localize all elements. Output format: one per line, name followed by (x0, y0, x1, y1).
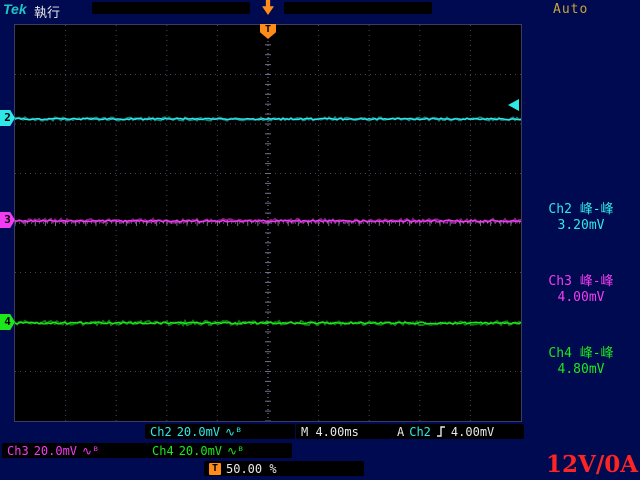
channel-2-position-marker: 2 (0, 110, 15, 126)
ch3-scale-readout: Ch3 20.0mV ∿ᴮ (2, 443, 147, 458)
trigger-position-icon (262, 0, 274, 15)
ch2-scale-readout: Ch2 20.0mV ∿ᴮ (145, 424, 295, 439)
ch4-scale-readout: Ch4 20.0mV ∿ᴮ (147, 443, 292, 458)
measurement-ch2-label: Ch2 峰-峰 (524, 202, 638, 218)
top-readout-blank-left (92, 2, 250, 14)
trigger-mode-prefix: A (397, 425, 404, 439)
measurement-ch4-label: Ch4 峰-峰 (524, 346, 638, 362)
rising-edge-icon (436, 425, 446, 438)
tek-logo: Tek (3, 1, 27, 17)
top-readout-blank-right (284, 2, 432, 14)
acquisition-status: 執行 (34, 2, 60, 21)
channel-3-position-marker: 3 (0, 212, 15, 228)
trigger-t-icon: T (209, 463, 221, 475)
measurement-ch3-label: Ch3 峰-峰 (524, 274, 638, 290)
ch3-scale-value: 20.0mV (34, 444, 77, 458)
ch4-label: Ch4 (152, 444, 174, 458)
ch3-label: Ch3 (7, 444, 29, 458)
trigger-readout: A Ch2 4.00mV (392, 424, 524, 439)
ch4-coupling-icon: ∿ᴮ (227, 444, 244, 458)
ch4-scale-value: 20.0mV (179, 444, 222, 458)
trigger-mode-label: Auto (553, 2, 588, 17)
trigger-level-value: 4.00mV (451, 425, 494, 439)
measurement-ch2: Ch2 峰-峰 3.20mV (524, 202, 638, 234)
measurement-ch4: Ch4 峰-峰 4.80mV (524, 346, 638, 378)
timebase-readout: M 4.00ms (296, 424, 392, 439)
measurement-ch4-value: 4.80mV (524, 362, 638, 378)
waveform-display (15, 25, 521, 421)
trigger-level-icon (508, 99, 519, 111)
measurement-ch3: Ch3 峰-峰 4.00mV (524, 274, 638, 306)
horizontal-position-readout: T 50.00 % (204, 461, 364, 476)
ch2-label: Ch2 (150, 425, 172, 439)
psu-overlay-reading: 12V/0A (546, 451, 638, 478)
horizontal-position-value: 50.00 % (226, 462, 277, 476)
ch2-scale-value: 20.0mV (177, 425, 220, 439)
measurement-ch3-value: 4.00mV (524, 290, 638, 306)
graticule: T (14, 24, 522, 422)
ch2-coupling-icon: ∿ᴮ (225, 425, 242, 439)
ch3-coupling-icon: ∿ᴮ (82, 444, 99, 458)
measurement-ch2-value: 3.20mV (524, 218, 638, 234)
channel-4-position-marker: 4 (0, 314, 15, 330)
trigger-source-label: Ch2 (409, 425, 431, 439)
timebase-value: M 4.00ms (301, 425, 359, 439)
oscilloscope-screen: Tek 執行 Auto T 2 3 4 Ch2 峰-峰 3.20mV Ch3 峰… (0, 0, 640, 480)
